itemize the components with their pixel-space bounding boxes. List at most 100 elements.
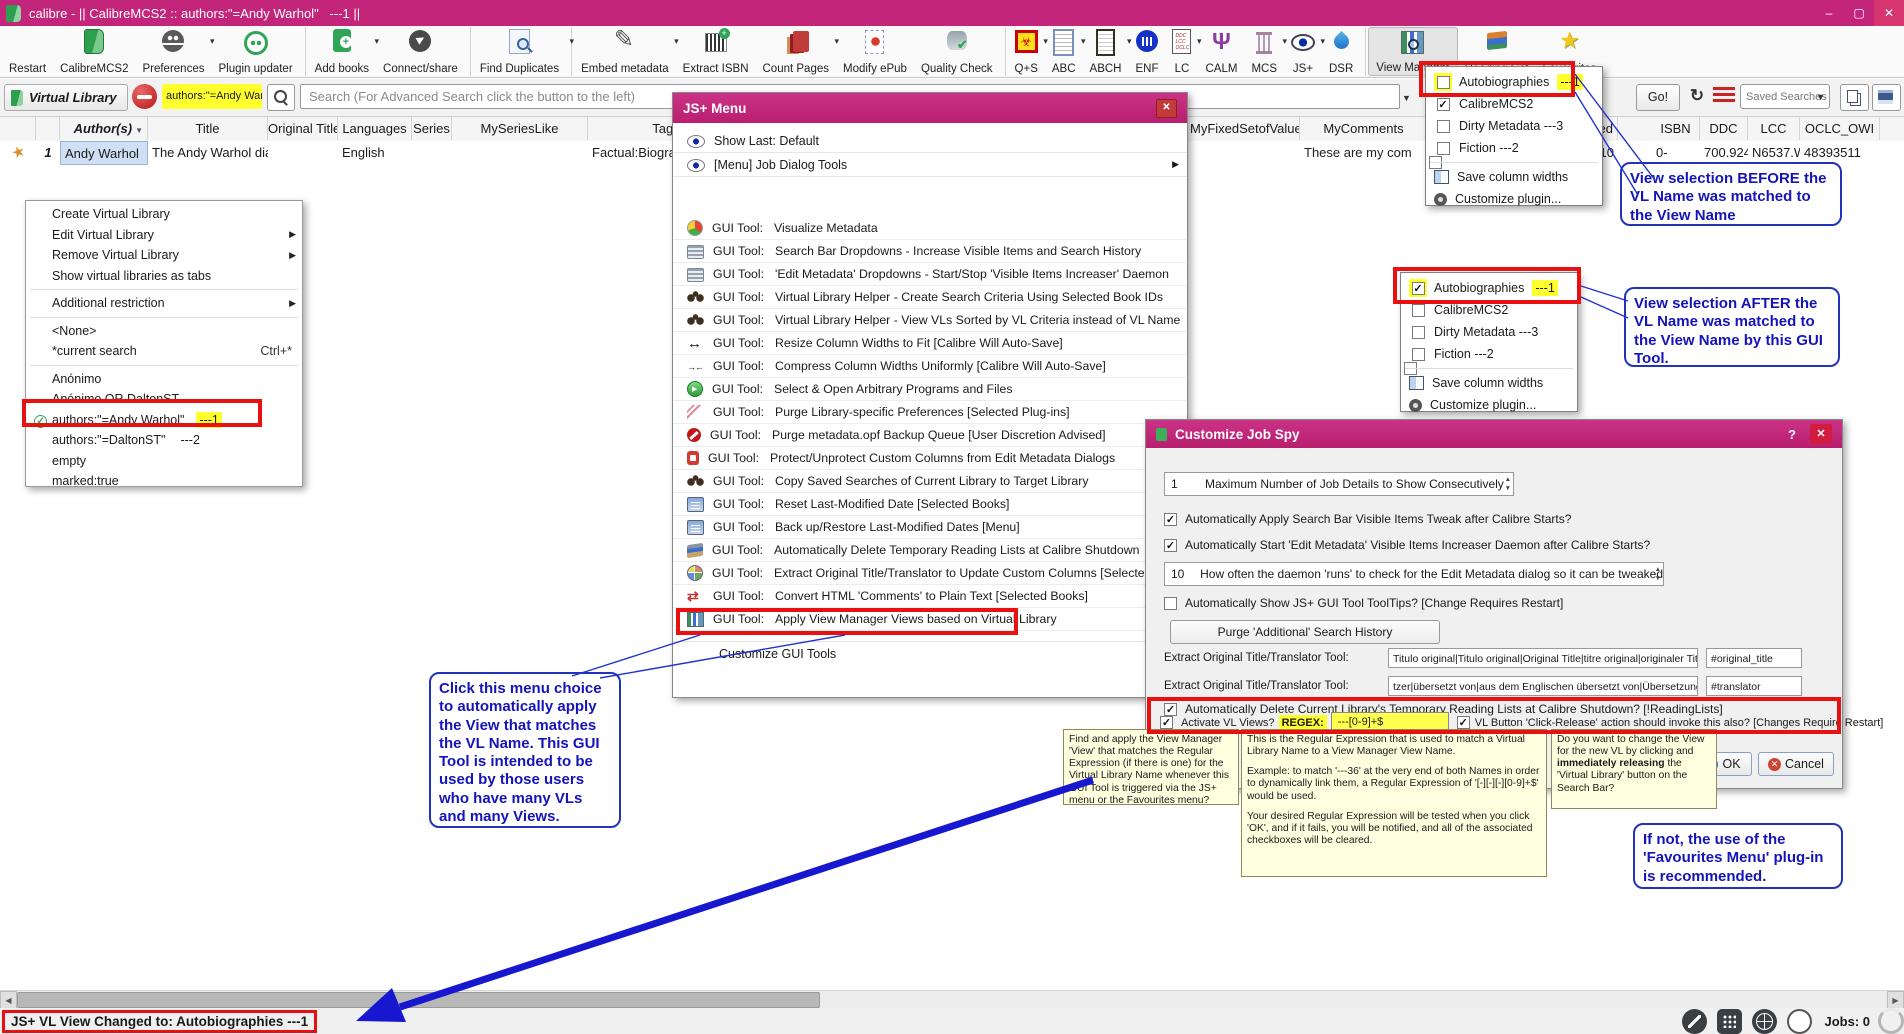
menu-item[interactable]: Edit Virtual Library ▶ <box>26 225 302 246</box>
toolbar-button[interactable]: ▾ ABC <box>1045 27 1086 76</box>
toolbar-button[interactable]: ▾ Plugin updater <box>211 27 306 76</box>
spinner-value[interactable]: 10 <box>1165 567 1200 581</box>
menu-item[interactable]: Remove Virtual Library ▶ <box>26 245 302 266</box>
gui-tool-menu-item[interactable]: GUI Tool: Extract Original Title/Transla… <box>673 562 1198 585</box>
maximize-button[interactable] <box>1844 0 1874 26</box>
virtual-library-button[interactable]: Virtual Library <box>4 84 128 111</box>
column-header-myfixedsetofvalues[interactable]: MyFixedSetofValues <box>1190 117 1300 140</box>
menu-item[interactable]: Show Last: Default ▶ <box>673 129 1187 153</box>
gui-tool-menu-item[interactable]: GUI Tool: Virtual Library Helper - View … <box>673 309 1187 332</box>
column-header-title[interactable]: Title <box>148 117 268 140</box>
menu-item[interactable]: authors:"=Andy Warhol" ---1 ▶ <box>26 410 302 431</box>
checkbox[interactable] <box>1436 97 1450 111</box>
toolbar-button[interactable]: ▾ JS+ <box>1284 27 1325 76</box>
gui-tool-menu-item[interactable]: GUI Tool: Purge metadata.opf Backup Queu… <box>673 424 1187 447</box>
toolbar-button[interactable]: ▾ LC <box>1165 27 1201 76</box>
gui-tool-menu-item[interactable]: GUI Tool: Visualize Metadata <box>673 217 1187 240</box>
jsplus-menu-titlebar[interactable]: JS+ Menu ✕ <box>673 93 1187 123</box>
minimize-button[interactable] <box>1814 0 1844 26</box>
show-tooltips-checkbox[interactable]: Automatically Show JS+ GUI Tool ToolTips… <box>1164 596 1563 610</box>
translator-column-input[interactable]: #translator <box>1706 676 1802 696</box>
purge-search-history-button[interactable]: Purge 'Additional' Search History <box>1170 620 1440 644</box>
gui-tool-menu-item[interactable]: GUI Tool: Reset Last-Modified Date [Sele… <box>673 493 1187 516</box>
auto-apply-tweak-checkbox[interactable]: Automatically Apply Search Bar Visible I… <box>1164 512 1571 526</box>
menu-item[interactable]: <None> ▶ <box>26 321 302 342</box>
gui-tool-menu-item[interactable]: GUI Tool: Select & Open Arbitrary Progra… <box>673 378 1187 401</box>
column-header-original-title[interactable]: Original Title <box>268 117 338 140</box>
toolbar-button[interactable]: ▾ ENF <box>1128 27 1165 76</box>
activate-vl-views-checkbox[interactable] <box>1160 716 1173 729</box>
save-search-button[interactable] <box>1872 84 1901 111</box>
toolbar-button[interactable]: ▾ Find Duplicates <box>473 27 574 76</box>
job-spy-titlebar[interactable]: Customize Job Spy ? ✕ <box>1146 420 1842 448</box>
menu-item[interactable]: Anónimo OR DaltonST ▶ <box>26 389 302 410</box>
mycomments-cell[interactable]: These are my com <box>1300 141 1428 165</box>
spinner-arrows-icon[interactable]: ▲ ▼ <box>1505 475 1511 493</box>
gui-tool-menu-item[interactable]: GUI Tool: Convert HTML 'Comments' to Pla… <box>673 585 1187 608</box>
checkbox[interactable] <box>1164 596 1177 610</box>
extract-translator-input[interactable]: tzer|übersetzt von|aus dem Englischen üb… <box>1388 676 1698 696</box>
original-title-column-input[interactable]: #original_title <box>1706 648 1802 668</box>
menu-item[interactable]: [Menu] Job Dialog Tools ▶ <box>673 153 1187 177</box>
column-header-oclc-owi[interactable]: OCLC_OWI <box>1800 117 1880 140</box>
grid-icon[interactable] <box>1717 1008 1743 1034</box>
menu-item[interactable]: ▶ <box>26 286 302 293</box>
max-job-details-spinner[interactable]: 1 Maximum Number of Job Details to Show … <box>1164 472 1514 496</box>
spinner-arrows-icon[interactable]: ▲ ▼ <box>1655 565 1661 583</box>
daemon-interval-spinner[interactable]: 10 How often the daemon 'runs' to check … <box>1164 562 1664 586</box>
refresh-icon[interactable]: ↻ <box>1684 84 1710 109</box>
gui-tool-menu-item[interactable]: GUI Tool: Virtual Library Helper - Creat… <box>673 286 1187 309</box>
toolbar-button[interactable]: ▾ Restart <box>2 27 53 76</box>
highlight-icon[interactable] <box>1713 87 1735 105</box>
search-combo-arrow-icon[interactable]: ▼ <box>1402 93 1411 103</box>
menu-item[interactable]: Create Virtual Library ▶ <box>26 204 302 225</box>
toolbar-button[interactable]: ▾ ABCH <box>1083 27 1131 76</box>
clear-virtual-library-button[interactable] <box>132 84 157 109</box>
toolbar-button[interactable]: ▾ Quality Check <box>914 27 1006 76</box>
scrollbar-thumb[interactable] <box>17 992 820 1008</box>
gui-tool-menu-item[interactable]: GUI Tool: Compress Column Widths Uniform… <box>673 355 1187 378</box>
jobs-status[interactable]: Jobs: 0 <box>1824 1014 1870 1029</box>
view-item[interactable]: Autobiographies ---1 <box>1401 277 1577 299</box>
globe-icon[interactable] <box>1752 1008 1778 1034</box>
gui-tool-menu-item[interactable]: GUI Tool: 'Edit Metadata' Dropdowns - St… <box>673 263 1187 286</box>
gui-tool-menu-item[interactable]: GUI Tool: Search Bar Dropdowns - Increas… <box>673 240 1187 263</box>
advanced-search-button[interactable] <box>267 84 295 111</box>
toolbar-button[interactable]: ▾ Add books <box>308 27 379 76</box>
go-button[interactable]: Go! <box>1636 84 1680 111</box>
view-item[interactable]: Autobiographies ---1 <box>1426 71 1602 93</box>
view-item[interactable]: Customize plugin... <box>1401 394 1577 416</box>
scroll-left-icon[interactable]: ◀ <box>0 991 17 1009</box>
view-item[interactable]: Save column widths <box>1401 372 1577 394</box>
column-header-pin[interactable] <box>0 117 36 140</box>
checkbox[interactable] <box>1411 303 1425 317</box>
menu-item[interactable]: *current search Ctrl+* ▶ <box>26 341 302 362</box>
toolbar-button[interactable]: ▾ Modify ePub <box>836 27 914 76</box>
view-item[interactable]: Fiction ---2 <box>1426 137 1602 159</box>
auto-start-daemon-checkbox[interactable]: Automatically Start 'Edit Metadata' Visi… <box>1164 538 1650 552</box>
checkbox[interactable] <box>1164 538 1177 552</box>
gui-tool-menu-item[interactable]: GUI Tool: Copy Saved Searches of Current… <box>673 470 1187 493</box>
toolbar-button[interactable]: ▾ CALM <box>1198 27 1244 76</box>
gui-tool-menu-item[interactable]: GUI Tool: Apply View Manager Views based… <box>673 608 1187 631</box>
view-item[interactable]: Dirty Metadata ---3 <box>1401 321 1577 343</box>
horizontal-scrollbar[interactable]: ◀ ▶ <box>0 990 1904 1009</box>
view-item[interactable]: Dirty Metadata ---3 <box>1426 115 1602 137</box>
customize-gui-tools-item[interactable]: Customize GUI Tools <box>673 641 1187 666</box>
jobs-spinner-icon[interactable] <box>1878 1008 1904 1034</box>
spinner-value[interactable]: 1 <box>1165 477 1205 491</box>
menu-item[interactable]: marked:true ▶ <box>26 471 302 492</box>
view-item[interactable]: Fiction ---2 <box>1401 343 1577 365</box>
toolbar-button[interactable]: ▾ Preferences <box>135 27 214 76</box>
menu-item[interactable]: ▶ <box>26 362 302 369</box>
gui-tool-menu-item[interactable]: GUI Tool: Purge Library-specific Prefere… <box>673 401 1187 424</box>
extract-original-title-input[interactable]: Titulo original|Titulo original|Original… <box>1388 648 1698 668</box>
column-header-myserieslike[interactable]: MySeriesLike <box>452 117 588 140</box>
menu-item[interactable]: Show virtual libraries as tabs ▶ <box>26 266 302 287</box>
column-header-ddc[interactable]: DDC <box>1700 117 1748 140</box>
circle-icon[interactable] <box>1787 1008 1813 1034</box>
checkbox[interactable] <box>1436 75 1450 89</box>
view-item[interactable] <box>1401 362 1577 375</box>
vl-button-click-release-checkbox[interactable] <box>1456 716 1470 729</box>
gui-tool-menu-item[interactable]: GUI Tool: Protect/Unprotect Custom Colum… <box>673 447 1187 470</box>
